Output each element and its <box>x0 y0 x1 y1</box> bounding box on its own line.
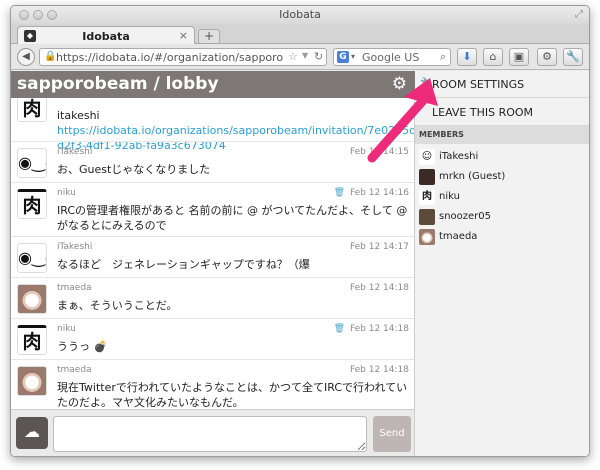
message-composer: ☁ Send <box>11 409 415 456</box>
divider <box>11 359 414 360</box>
member-item[interactable]: tmaeda <box>415 227 589 247</box>
home-icon[interactable]: ⌂ <box>483 48 503 66</box>
app-content: sapporobeam / lobby ⚙ 肉 itakeshi https:/… <box>11 71 589 456</box>
browser-window: Idobata ⤢ ◆ Idobata × + ◀ 🔒 https://idob… <box>10 5 590 457</box>
message-input[interactable] <box>53 416 367 452</box>
message-time[interactable]: Feb 12 14:18 <box>350 365 409 375</box>
avatar: ◉‿◉ <box>17 243 47 273</box>
member-name: iTakeshi <box>439 151 479 162</box>
member-item[interactable]: snoozer05 <box>415 207 589 227</box>
member-name: snoozer05 <box>439 211 492 222</box>
room-sidebar: 🔧 ROOM SETTINGS LEAVE THIS ROOM MEMBERS … <box>415 71 589 456</box>
avatar: 肉 <box>17 189 47 219</box>
new-tab-button[interactable]: + <box>198 29 220 44</box>
search-bar[interactable]: G ▾ Google US ⌕ <box>333 48 451 66</box>
room-settings-label: ROOM SETTINGS <box>432 78 525 91</box>
avatar: ◉‿◉ <box>17 148 47 178</box>
window-title: Idobata <box>279 8 321 21</box>
avatar <box>419 209 435 225</box>
message-author[interactable]: tmaeda <box>57 283 92 293</box>
message-body: ううっ 💣 <box>57 340 108 353</box>
send-button[interactable]: Send <box>373 416 411 452</box>
url-dropdown-icon[interactable]: ▼ <box>302 51 308 60</box>
divider <box>11 277 414 278</box>
tab-close-icon[interactable]: × <box>179 29 188 42</box>
message-time[interactable]: Feb 12 14:15 <box>350 147 409 157</box>
member-name: niku <box>439 191 460 202</box>
message-author[interactable]: niku <box>57 188 76 198</box>
google-icon[interactable]: G <box>337 51 349 63</box>
navigation-bar: ◀ 🔒 https://idobata.io/#/organization/sa… <box>11 44 589 70</box>
tab-title: Idobata <box>82 30 130 43</box>
divider <box>11 318 414 319</box>
search-input[interactable]: Google US <box>362 51 419 64</box>
search-icon[interactable]: ⌕ <box>440 50 446 64</box>
message-time[interactable]: Feb 12 14:16 <box>350 188 409 198</box>
members-header: MEMBERS <box>415 126 589 144</box>
trash-icon[interactable]: 🗑 <box>334 324 345 334</box>
upload-button[interactable]: ☁ <box>16 417 48 449</box>
room-title: sapporobeam / lobby <box>17 74 219 94</box>
avatar: 肉 <box>17 325 47 355</box>
message-body: まぁ、そういうことだ。 <box>57 299 178 312</box>
member-item[interactable]: 肉 niku <box>415 187 589 207</box>
divider <box>11 236 414 237</box>
message-author[interactable]: iTakeshi <box>57 147 92 157</box>
message-body: なるほど ジェネレーションギャップですね？（爆 <box>57 258 310 271</box>
tools-icon[interactable]: 🔧 <box>563 48 583 66</box>
url-bar[interactable]: 🔒 https://idobata.io/#/organization/sapp… <box>39 48 327 66</box>
lock-icon: 🔒 <box>44 51 57 62</box>
screenshot-icon[interactable]: ▣ <box>509 48 529 66</box>
message-list[interactable]: 肉 itakeshi https://idobata.io/organizati… <box>11 98 415 409</box>
member-name: mrkn (Guest) <box>439 171 506 182</box>
message-author[interactable]: iTakeshi <box>57 242 92 252</box>
bookmark-star-icon[interactable]: ☆ <box>288 50 298 63</box>
member-item[interactable]: mrkn (Guest) <box>415 167 589 187</box>
search-engine-dropdown-icon[interactable]: ▾ <box>351 52 355 61</box>
reload-icon[interactable]: ↻ <box>314 50 323 63</box>
member-name: tmaeda <box>439 231 478 242</box>
back-button[interactable]: ◀ <box>17 48 35 66</box>
title-bar: Idobata ⤢ <box>11 6 589 24</box>
room-settings-button[interactable]: 🔧 ROOM SETTINGS <box>415 71 589 98</box>
message-body: IRCの管理者権限があると 名前の前に @ がついてたんだよ、そして @ がなる… <box>57 204 408 232</box>
message-body: 現在Twitterで行われていたようなことは、かつて全てIRCで行われていたのだ… <box>57 381 408 409</box>
avatar: 肉 <box>419 189 435 205</box>
url-text[interactable]: https://idobata.io/#/organization/sappor… <box>56 51 284 64</box>
leave-room-button[interactable]: LEAVE THIS ROOM <box>415 98 589 126</box>
message-body: お、Guestじゃなくなりました <box>57 163 211 176</box>
members-title: MEMBERS <box>419 130 464 139</box>
leave-room-label: LEAVE THIS ROOM <box>432 106 534 119</box>
message-time[interactable]: Feb 12 14:17 <box>350 242 409 252</box>
message-author[interactable]: niku <box>57 324 76 334</box>
download-icon[interactable]: ⬇ <box>457 48 477 66</box>
message-time[interactable]: Feb 12 14:18 <box>350 324 409 334</box>
divider <box>11 182 414 183</box>
gear-icon[interactable]: ⚙ <box>392 74 407 94</box>
divider <box>11 141 414 142</box>
trash-icon[interactable]: 🗑 <box>334 188 345 198</box>
tab-idobata[interactable]: ◆ Idobata × <box>17 26 195 45</box>
avatar <box>17 366 47 396</box>
avatar <box>419 169 435 185</box>
avatar: 肉 <box>17 98 47 122</box>
avatar <box>17 284 47 314</box>
fullscreen-icon[interactable]: ⤢ <box>575 9 583 20</box>
avatar <box>419 229 435 245</box>
message-time[interactable]: Feb 12 14:18 <box>350 283 409 293</box>
member-item[interactable]: ☺ iTakeshi <box>415 147 589 167</box>
avatar: ☺ <box>419 149 435 165</box>
addon-icon[interactable]: ⚙ <box>537 48 557 66</box>
room-header: sapporobeam / lobby ⚙ <box>11 71 415 98</box>
tab-bar: ◆ Idobata × + <box>11 24 589 45</box>
message-author[interactable]: tmaeda <box>57 365 92 375</box>
